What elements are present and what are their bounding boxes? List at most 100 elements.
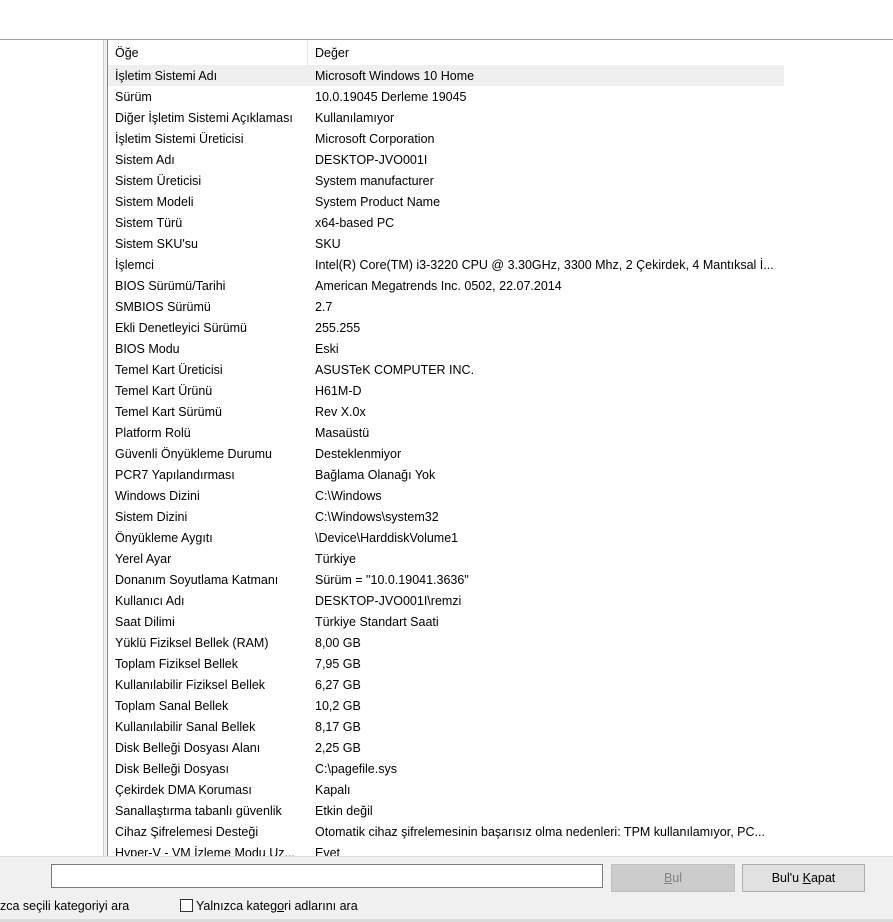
table-row[interactable]: BIOS Modu Eski: [108, 338, 784, 359]
details-list[interactable]: Öğe Değer İşletim Sistemi Adı Microsoft W…: [107, 40, 893, 856]
row-item-cell: Sistem Modeli: [115, 195, 194, 209]
row-value-cell: Türkiye Standart Saati: [315, 615, 439, 629]
search-category-names-label-start: Yalnızca kateg: [196, 899, 278, 913]
table-row[interactable]: Kullanıcı Adı DESKTOP-JVO001I\remzi: [108, 590, 784, 611]
find-button-label-end: ul: [672, 871, 683, 885]
row-item-cell: Temel Kart Sürümü: [115, 405, 222, 419]
find-bar: Bul Bul'u Kapat zca seçili kategoriyi ar…: [0, 856, 893, 922]
table-row[interactable]: Ekli Denetleyici Sürümü 255.255: [108, 317, 784, 338]
find-input[interactable]: [51, 864, 603, 888]
row-item-cell: BIOS Sürümü/Tarihi: [115, 279, 226, 293]
row-value-cell: Bağlama Olanağı Yok: [315, 468, 436, 482]
table-row[interactable]: Toplam Fiziksel Bellek 7,95 GB: [108, 653, 784, 674]
table-row[interactable]: Sistem Modeli System Product Name: [108, 191, 784, 212]
table-row[interactable]: Disk Belleği Dosyası C:\pagefile.sys: [108, 758, 784, 779]
close-find-button[interactable]: Bul'u Kapat: [742, 864, 865, 892]
table-row[interactable]: Cihaz Şifrelemesi Desteği Otomatik cihaz …: [108, 821, 784, 842]
row-item-cell: Güvenli Önyükleme Durumu: [115, 447, 273, 461]
table-row[interactable]: Donanım Soyutlama Katmanı Sürüm = "10.0.1…: [108, 569, 784, 590]
table-row[interactable]: Çekirdek DMA Koruması Kapalı: [108, 779, 784, 800]
row-value-cell: Desteklenmiyor: [315, 447, 402, 461]
row-item-cell: İşlemci: [115, 258, 154, 272]
table-row[interactable]: Önyükleme Aygıtı \Device\HarddiskVolume1: [108, 527, 784, 548]
row-value-cell: 7,95 GB: [315, 657, 361, 671]
table-row[interactable]: Platform Rolü Masaüstü: [108, 422, 784, 443]
row-item-cell: Sistem Üreticisi: [115, 174, 202, 188]
row-item-cell: Önyükleme Aygıtı: [115, 531, 213, 545]
list-rows: İşletim Sistemi Adı Microsoft Windows 10 …: [108, 65, 893, 856]
row-value-cell: 6,27 GB: [315, 678, 361, 692]
row-item-cell: Donanım Soyutlama Katmanı: [115, 573, 279, 587]
row-value-cell: Kapalı: [315, 783, 351, 797]
row-value-cell: Rev X.0x: [315, 405, 366, 419]
row-value-cell: 8,00 GB: [315, 636, 361, 650]
row-value-cell: DESKTOP-JVO001I: [315, 153, 428, 167]
table-row[interactable]: Yerel Ayar Türkiye: [108, 548, 784, 569]
table-row[interactable]: PCR7 Yapılandırması Bağlama Olanağı Yok: [108, 464, 784, 485]
row-value-cell: Türkiye: [315, 552, 356, 566]
row-value-cell: 8,17 GB: [315, 720, 361, 734]
close-find-label-accel: K: [802, 871, 811, 885]
table-row[interactable]: Hyper-V - VM İzleme Modu Uz... Evet: [108, 842, 784, 856]
table-row[interactable]: İşletim Sistemi Adı Microsoft Windows 10 …: [108, 65, 784, 86]
close-find-label-end: apat: [810, 871, 836, 885]
row-item-cell: Windows Dizini: [115, 489, 200, 503]
search-category-names-option[interactable]: Yalnızca kategori adlarını ara: [180, 897, 358, 915]
row-item-cell: Temel Kart Üreticisi: [115, 363, 223, 377]
table-row[interactable]: Temel Kart Sürümü Rev X.0x: [108, 401, 784, 422]
row-value-cell: Otomatik cihaz şifrelemesinin başarısız …: [315, 825, 765, 839]
row-item-cell: Sistem SKU'su: [115, 237, 198, 251]
table-row[interactable]: Sanallaştırma tabanlı güvenlik Etkin deği…: [108, 800, 784, 821]
row-item-cell: SMBIOS Sürümü: [115, 300, 211, 314]
row-item-cell: Sistem Türü: [115, 216, 183, 230]
table-row[interactable]: Saat Dilimi Türkiye Standart Saati: [108, 611, 784, 632]
table-row[interactable]: Sistem Türü x64-based PC: [108, 212, 784, 233]
row-value-cell: 2,25 GB: [315, 741, 361, 755]
table-row[interactable]: Windows Dizini C:\Windows: [108, 485, 784, 506]
row-value-cell: \Device\HarddiskVolume1: [315, 531, 459, 545]
table-row[interactable]: Temel Kart Üreticisi ASUSTeK COMPUTER INC…: [108, 359, 784, 380]
row-item-cell: Disk Belleği Dosyası Alanı: [115, 741, 261, 755]
row-value-cell: DESKTOP-JVO001I\remzi: [315, 594, 462, 608]
row-item-cell: Hyper-V - VM İzleme Modu Uz...: [115, 846, 295, 856]
table-row[interactable]: Güvenli Önyükleme Durumu Desteklenmiyor: [108, 443, 784, 464]
row-value-cell: H61M-D: [315, 384, 362, 398]
table-row[interactable]: İşletim Sistemi Üreticisi Microsoft Corpo…: [108, 128, 784, 149]
table-row[interactable]: Yüklü Fiziksel Bellek (RAM) 8,00 GB: [108, 632, 784, 653]
table-row[interactable]: Temel Kart Ürünü H61M-D: [108, 380, 784, 401]
column-header-value[interactable]: Değer: [308, 40, 784, 65]
table-row[interactable]: BIOS Sürümü/Tarihi American Megatrends In…: [108, 275, 784, 296]
table-row[interactable]: İşlemci Intel(R) Core(TM) i3-3220 CPU @ 3…: [108, 254, 784, 275]
table-row[interactable]: Sürüm 10.0.19045 Derleme 19045: [108, 86, 784, 107]
row-item-cell: Yüklü Fiziksel Bellek (RAM): [115, 636, 269, 650]
row-value-cell: SKU: [315, 237, 341, 251]
row-value-cell: Evet: [315, 846, 341, 856]
list-header: Öğe Değer: [108, 40, 893, 65]
table-row[interactable]: Sistem Üreticisi System manufacturer: [108, 170, 784, 191]
row-item-cell: Sürüm: [115, 90, 152, 104]
table-row[interactable]: Toplam Sanal Bellek 10,2 GB: [108, 695, 784, 716]
row-item-cell: Yerel Ayar: [115, 552, 172, 566]
search-category-names-checkbox[interactable]: [180, 899, 193, 912]
row-item-cell: Diğer İşletim Sistemi Açıklaması: [115, 111, 293, 125]
category-tree-pane[interactable]: [0, 40, 104, 856]
table-row[interactable]: Disk Belleği Dosyası Alanı 2,25 GB: [108, 737, 784, 758]
row-value-cell: Microsoft Corporation: [315, 132, 435, 146]
table-row[interactable]: Diğer İşletim Sistemi Açıklaması Kullanıl…: [108, 107, 784, 128]
search-selected-category-option[interactable]: zca seçili kategoriyi ara: [0, 897, 129, 915]
table-row[interactable]: Kullanılabilir Sanal Bellek 8,17 GB: [108, 716, 784, 737]
find-button[interactable]: Bul: [611, 864, 735, 892]
table-row[interactable]: Sistem SKU'su SKU: [108, 233, 784, 254]
column-header-item[interactable]: Öğe: [108, 40, 308, 65]
row-item-cell: Ekli Denetleyici Sürümü: [115, 321, 247, 335]
table-row[interactable]: Sistem Dizini C:\Windows\system32: [108, 506, 784, 527]
table-row[interactable]: SMBIOS Sürümü 2.7: [108, 296, 784, 317]
table-row[interactable]: Sistem Adı DESKTOP-JVO001I: [108, 149, 784, 170]
search-selected-category-label: zca seçili kategoriyi ara: [0, 899, 130, 913]
row-value-cell: 2.7: [315, 300, 333, 314]
table-row[interactable]: Kullanılabilir Fiziksel Bellek 6,27 GB: [108, 674, 784, 695]
row-value-cell: C:\Windows: [315, 489, 382, 503]
row-value-cell: American Megatrends Inc. 0502, 22.07.201…: [315, 279, 562, 293]
row-value-cell: 10,2 GB: [315, 699, 361, 713]
row-item-cell: İşletim Sistemi Üreticisi: [115, 132, 244, 146]
